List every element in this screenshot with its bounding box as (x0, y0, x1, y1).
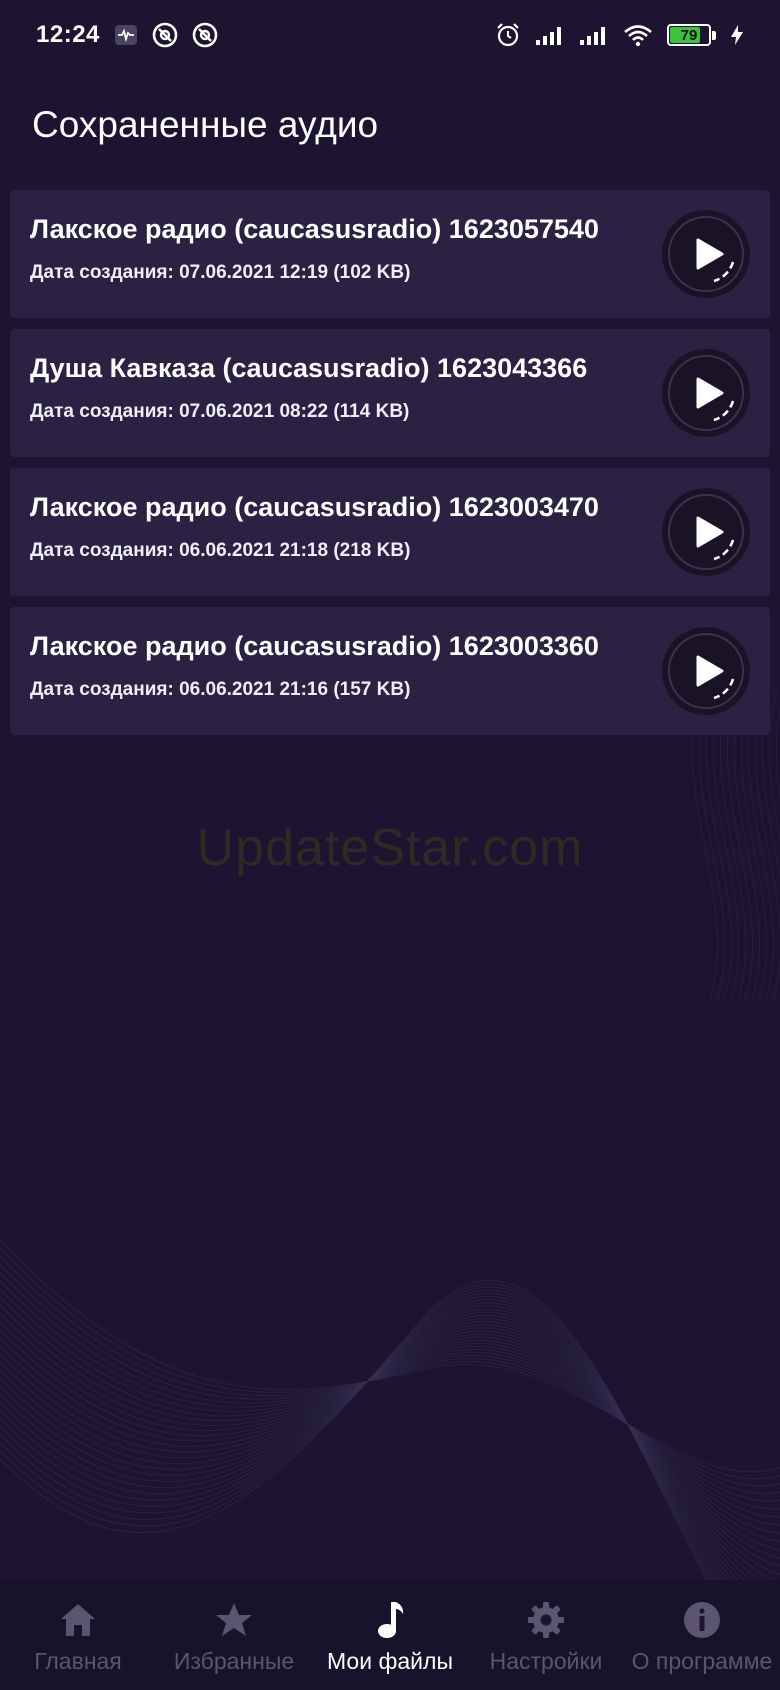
nav-item-about[interactable]: О программе (624, 1580, 780, 1690)
play-icon (668, 494, 744, 570)
recording-title: Душа Кавказа (caucasusradio) 1623043366 (30, 353, 588, 383)
battery-level: 79 (680, 26, 698, 44)
bottom-nav: Главная Избранные Мои файлы Настройки О … (0, 1580, 780, 1690)
status-time: 12:24 (36, 21, 100, 48)
nav-label: Избранные (173, 1647, 295, 1674)
at-icon (152, 22, 178, 48)
play-button[interactable] (662, 488, 750, 576)
recording-title: Лакское радио (caucasusradio) 1623003470 (30, 492, 599, 522)
recording-meta: Дата создания: 07.06.2021 08:22 (114 KB) (30, 401, 410, 422)
play-button[interactable] (662, 349, 750, 437)
app-screen: 12:24 79 Сохраненные аудио Лакское радио… (0, 0, 780, 1690)
recording-title: Лакское радио (caucasusradio) 1623057540 (30, 214, 599, 244)
signal-icon (579, 24, 609, 46)
alarm-icon (495, 22, 521, 48)
nav-label: О программе (631, 1647, 773, 1674)
status-left: 12:24 (36, 21, 218, 49)
status-bar: 12:24 79 (0, 0, 780, 70)
list-item[interactable]: Душа Кавказа (caucasusradio) 1623043366 … (10, 329, 770, 457)
nav-item-favorites[interactable]: Избранные (156, 1580, 312, 1690)
list-item[interactable]: Лакское радио (caucasusradio) 1623003360… (10, 607, 770, 735)
nav-label: Настройки (489, 1647, 603, 1674)
nav-label: Главная (34, 1647, 122, 1674)
play-icon (668, 355, 744, 431)
at-icon (192, 22, 218, 48)
music-note-icon (370, 1600, 410, 1640)
wifi-icon (623, 23, 653, 47)
watermark: UpdateStar.com (196, 819, 584, 877)
star-icon (214, 1600, 254, 1640)
gear-icon (526, 1600, 566, 1640)
nav-label: Мои файлы (327, 1647, 453, 1674)
recording-title: Лакское радио (caucasusradio) 1623003360 (30, 631, 599, 661)
nav-item-settings[interactable]: Настройки (468, 1580, 624, 1690)
recordings-list: Лакское радио (caucasusradio) 1623057540… (10, 190, 770, 746)
nav-item-my-files[interactable]: Мои файлы (312, 1580, 468, 1690)
play-button[interactable] (662, 210, 750, 298)
info-icon (682, 1600, 722, 1640)
play-icon (668, 633, 744, 709)
recording-meta: Дата создания: 06.06.2021 21:18 (218 KB) (30, 540, 411, 561)
recording-meta: Дата создания: 06.06.2021 21:16 (157 KB) (30, 679, 411, 700)
list-item[interactable]: Лакское радио (caucasusradio) 1623003470… (10, 468, 770, 596)
battery-icon: 79 (667, 24, 716, 46)
activity-icon (114, 24, 138, 46)
home-icon (58, 1600, 98, 1640)
page-title: Сохраненные аудио (32, 104, 379, 145)
nav-item-home[interactable]: Главная (0, 1580, 156, 1690)
play-button[interactable] (662, 627, 750, 715)
charging-icon (730, 24, 744, 46)
signal-icon (535, 24, 565, 46)
list-item[interactable]: Лакское радио (caucasusradio) 1623057540… (10, 190, 770, 318)
recording-meta: Дата создания: 07.06.2021 12:19 (102 KB) (30, 262, 411, 283)
play-icon (668, 216, 744, 292)
status-right: 79 (495, 22, 744, 48)
